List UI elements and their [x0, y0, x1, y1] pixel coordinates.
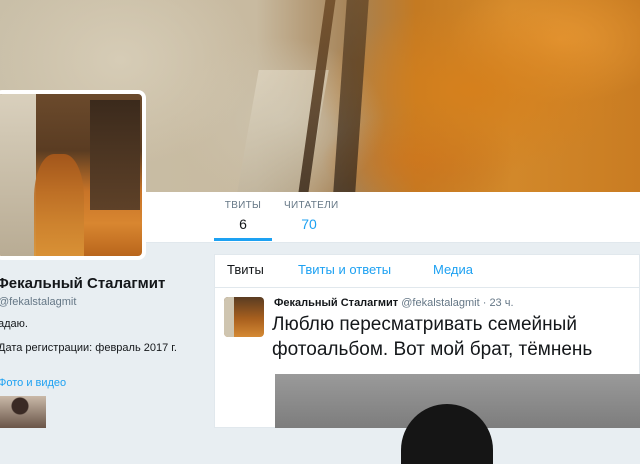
- stat-tweets-label: ТВИТЫ: [224, 200, 262, 211]
- photos-videos-link[interactable]: Фото и видео: [0, 377, 66, 389]
- profile-join-date: Дата регистрации: февраль 2017 г.: [0, 342, 177, 354]
- tweet-header: Фекальный Сталагмит @fekalstalagmit · 23…: [274, 297, 514, 309]
- tab-tweets[interactable]: Твиты: [227, 262, 264, 277]
- avatar-detail: [34, 154, 84, 256]
- active-stat-indicator: [214, 238, 272, 241]
- tabs-divider: [215, 287, 640, 288]
- tweet-photo-detail: [401, 404, 493, 464]
- tweet-timestamp[interactable]: · 23 ч.: [483, 297, 514, 309]
- tab-tweets-and-replies[interactable]: Твиты и ответы: [298, 262, 391, 277]
- stat-followers-count: 70: [301, 216, 317, 232]
- tweet-author-avatar[interactable]: [224, 297, 264, 337]
- avatar-detail: [224, 297, 234, 337]
- profile-handle: @fekalstalagmit: [0, 296, 77, 308]
- media-thumbnail[interactable]: [0, 396, 46, 428]
- profile-avatar[interactable]: [0, 90, 146, 260]
- profile-bio: адаю.: [0, 318, 28, 330]
- tweet-text-line: Люблю пересматривать семейный: [272, 314, 577, 335]
- tweet-text: Люблю пересматривать семейный фотоальбом…: [272, 312, 640, 362]
- tweet-author-handle[interactable]: @fekalstalagmit: [401, 297, 479, 309]
- stat-followers-label: ЧИТАТЕЛИ: [284, 200, 339, 211]
- avatar-detail: [0, 94, 36, 256]
- tweet-author-name[interactable]: Фекальный Сталагмит: [274, 297, 398, 309]
- stat-tweets-count: 6: [239, 216, 247, 232]
- avatar-detail: [90, 100, 140, 210]
- stat-followers[interactable]: ЧИТАТЕЛИ 70: [284, 200, 339, 232]
- profile-name: Фекальный Сталагмит: [0, 275, 166, 292]
- stat-tweets[interactable]: ТВИТЫ 6: [214, 200, 272, 241]
- tweet-text-line: фотоальбом. Вот мой брат, тёмнень: [272, 339, 593, 360]
- tweet-photo[interactable]: [275, 374, 640, 464]
- tab-media[interactable]: Медиа: [433, 262, 473, 277]
- header-photo-detail: [333, 0, 369, 192]
